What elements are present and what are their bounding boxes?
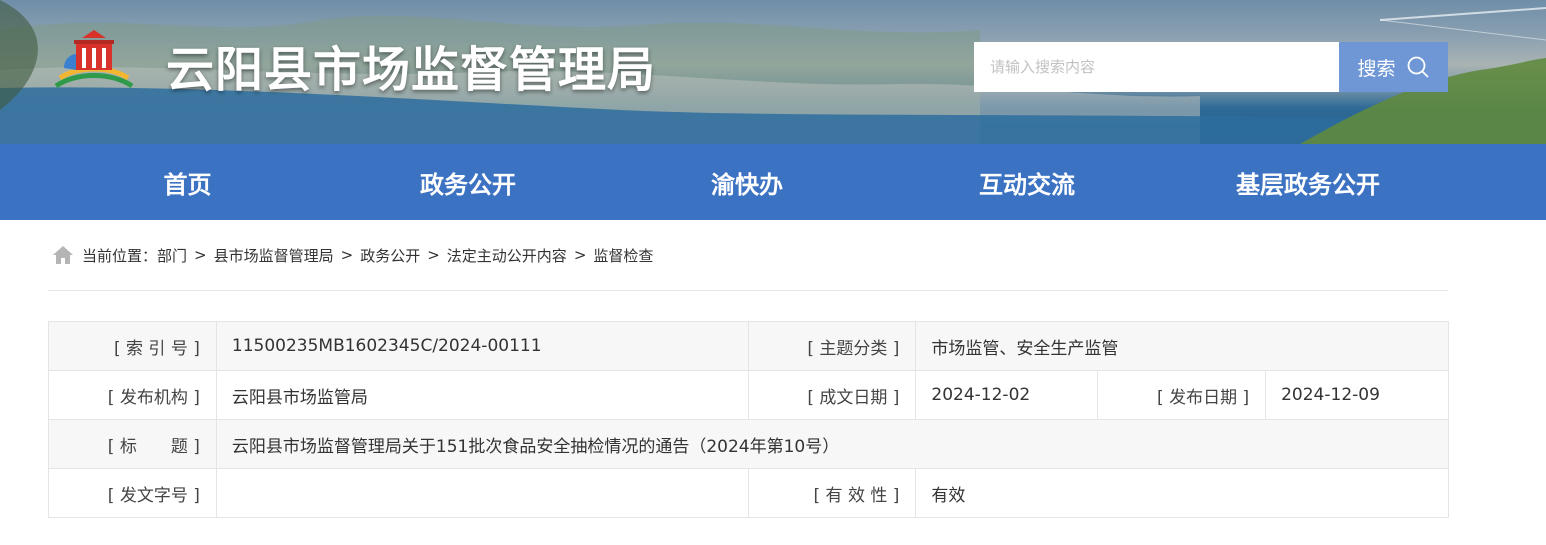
breadcrumb-separator: > — [340, 246, 354, 264]
table-row: [ 索 引 号 ] 11500235MB1602345C/2024-00111 … — [48, 321, 1449, 371]
title-value: 云阳县市场监督管理局关于151批次食品安全抽检情况的通告（2024年第10号） — [215, 419, 1450, 469]
nav-item-yukuaiban[interactable]: 渝快办 — [561, 144, 933, 220]
breadcrumb-item-supervision[interactable]: 监督检查 — [593, 245, 653, 266]
search-icon — [1407, 56, 1429, 78]
breadcrumb-prefix: 当前位置： — [82, 246, 158, 265]
search-button-label: 搜索 — [1357, 57, 1396, 80]
index-number-label: [ 索 引 号 ] — [48, 321, 217, 371]
publisher-label: [ 发布机构 ] — [48, 370, 217, 420]
site-title: 云阳县市场监督管理局 — [166, 42, 657, 98]
breadcrumb-separator: > — [573, 246, 587, 264]
index-number-value: 11500235MB1602345C/2024-00111 — [215, 321, 749, 371]
written-date-label: [ 成文日期 ] — [747, 370, 917, 420]
topic-value: 市场监管、安全生产监管 — [915, 321, 1449, 371]
validity-value: 有效 — [915, 468, 1449, 518]
nav-item-grassroots-affairs[interactable]: 基层政务公开 — [1121, 144, 1495, 220]
table-row: [ 发布机构 ] 云阳县市场监管局 [ 成文日期 ] 2024-12-02 [ … — [48, 370, 1449, 420]
table-row: [ 标 题 ] 云阳县市场监督管理局关于151批次食品安全抽检情况的通告（202… — [48, 419, 1450, 469]
publish-date-value: 2024-12-09 — [1265, 370, 1449, 420]
breadcrumb-item-bureau[interactable]: 县市场监督管理局 — [214, 245, 334, 266]
publisher-value: 云阳县市场监管局 — [215, 370, 749, 420]
home-icon — [53, 246, 73, 264]
nav-item-government-affairs[interactable]: 政务公开 — [375, 144, 561, 220]
breadcrumb-separator: > — [427, 246, 440, 264]
nav-item-interaction[interactable]: 互动交流 — [933, 144, 1121, 220]
breadcrumb: 当前位置： 部门 > 县市场监督管理局 > 政务公开 > 法定主动公开内容 > … — [48, 220, 1448, 291]
government-building-logo[interactable] — [52, 28, 136, 92]
validity-label: [ 有 效 性 ] — [747, 468, 917, 518]
document-number-value — [215, 468, 749, 518]
document-info-table: [ 索 引 号 ] 11500235MB1602345C/2024-00111 … — [48, 321, 1450, 518]
breadcrumb-item-department[interactable]: 部门 — [157, 245, 187, 266]
written-date-value: 2024-12-02 — [915, 370, 1099, 420]
search-box: 搜索 — [974, 42, 1448, 92]
document-number-label: [ 发文字号 ] — [48, 468, 217, 518]
breadcrumb-item-statutory-content[interactable]: 法定主动公开内容 — [447, 245, 567, 266]
main-nav: 首页 政务公开 渝快办 互动交流 基层政务公开 — [0, 144, 1546, 220]
topic-label: [ 主题分类 ] — [747, 321, 917, 371]
breadcrumb-separator: > — [194, 246, 207, 264]
search-button[interactable]: 搜索 — [1339, 42, 1448, 92]
publish-date-label: [ 发布日期 ] — [1097, 370, 1267, 420]
title-label: [ 标 题 ] — [48, 419, 217, 469]
breadcrumb-item-government-affairs[interactable]: 政务公开 — [360, 245, 420, 266]
search-input[interactable] — [974, 42, 1339, 92]
table-row: [ 发文字号 ] [ 有 效 性 ] 有效 — [48, 468, 1449, 518]
nav-item-home[interactable]: 首页 — [0, 144, 375, 220]
header-banner: 云阳县市场监督管理局 搜索 — [0, 0, 1546, 144]
